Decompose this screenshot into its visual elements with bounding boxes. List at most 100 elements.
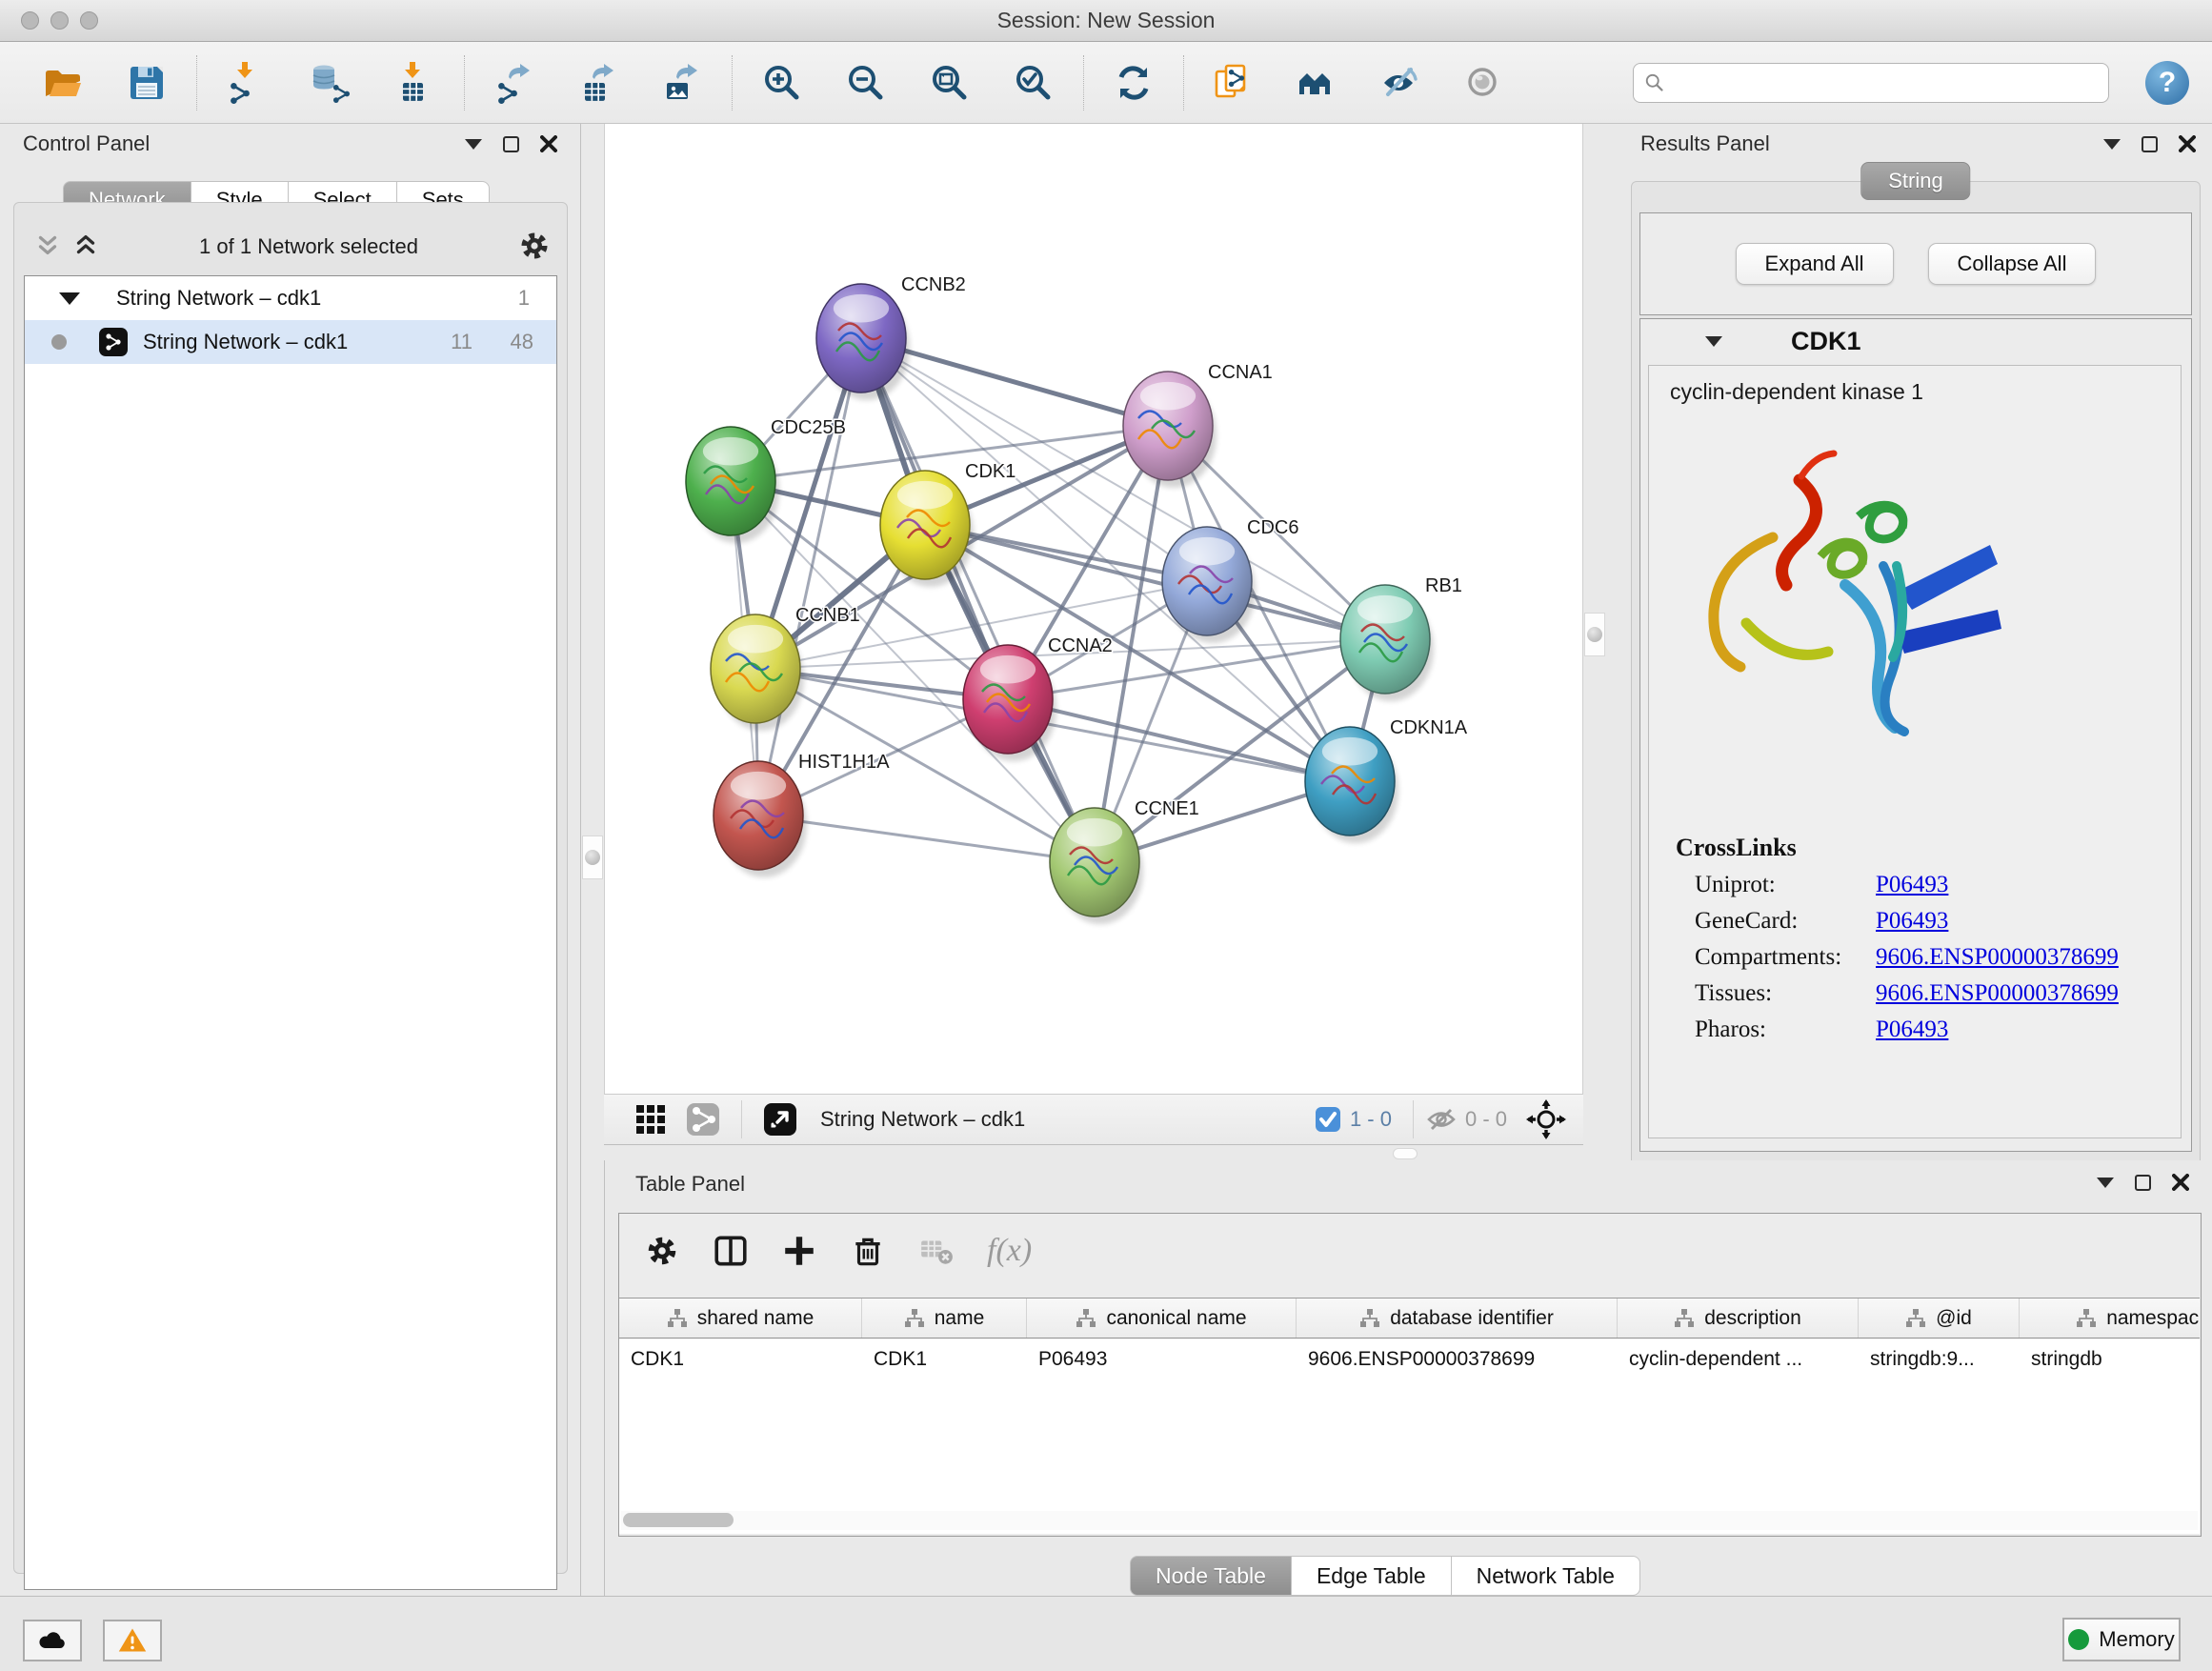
table-cell[interactable]: stringdb:9... bbox=[1859, 1348, 2020, 1371]
column-header-label: shared name bbox=[697, 1307, 814, 1330]
table-options-button[interactable] bbox=[644, 1233, 680, 1269]
network-view-button[interactable] bbox=[676, 1102, 730, 1137]
create-column-button[interactable] bbox=[781, 1233, 817, 1269]
table-cell[interactable]: P06493 bbox=[1027, 1348, 1297, 1371]
minimize-window-button[interactable] bbox=[50, 11, 69, 30]
show-columns-button[interactable] bbox=[713, 1233, 749, 1269]
selected-checkbox-icon[interactable] bbox=[1314, 1105, 1342, 1134]
table-cell[interactable]: CDK1 bbox=[862, 1348, 1027, 1371]
warning-button[interactable] bbox=[103, 1620, 162, 1661]
panel-menu-icon[interactable] bbox=[2097, 1178, 2114, 1188]
column-header-database-identifier[interactable]: database identifier bbox=[1297, 1299, 1618, 1338]
close-panel-icon[interactable] bbox=[2179, 135, 2196, 152]
memory-button[interactable]: Memory bbox=[2062, 1618, 2181, 1661]
tab-node-table[interactable]: Node Table bbox=[1130, 1556, 1292, 1596]
hidden-eye-icon[interactable] bbox=[1425, 1103, 1458, 1136]
crosslink-value-link[interactable]: P06493 bbox=[1876, 872, 1948, 898]
table-hscrollbar[interactable] bbox=[621, 1511, 2198, 1530]
zoom-selected-button[interactable] bbox=[1003, 52, 1064, 113]
open-session-button[interactable] bbox=[32, 52, 93, 113]
edge-CCNB2-CCNE1[interactable] bbox=[861, 338, 1095, 862]
column-header-description[interactable]: description bbox=[1618, 1299, 1859, 1338]
hide-selected-button[interactable] bbox=[1371, 52, 1432, 113]
column-header--id[interactable]: @id bbox=[1859, 1299, 2020, 1338]
column-header-name[interactable]: name bbox=[862, 1299, 1027, 1338]
column-header-namespace[interactable]: namespace bbox=[2020, 1299, 2200, 1338]
node-CCNB2[interactable] bbox=[816, 284, 910, 400]
zoom-fit-button[interactable] bbox=[919, 52, 980, 113]
edge-CCNB2-HIST1H1A[interactable] bbox=[758, 338, 861, 815]
node-HIST1H1A[interactable] bbox=[714, 761, 807, 877]
cloud-button[interactable] bbox=[23, 1620, 82, 1661]
birdseye-view-button[interactable] bbox=[754, 1102, 807, 1137]
node-CCNA2[interactable] bbox=[963, 645, 1056, 761]
column-header-canonical-name[interactable]: canonical name bbox=[1027, 1299, 1297, 1338]
float-panel-icon[interactable] bbox=[503, 136, 519, 152]
node-CCNE1[interactable] bbox=[1050, 808, 1143, 924]
export-table-button[interactable] bbox=[568, 52, 629, 113]
delete-table-button[interactable] bbox=[918, 1233, 955, 1269]
collapse-all-networks-icon[interactable] bbox=[71, 231, 100, 264]
crosslink-value-link[interactable]: 9606.ENSP00000378699 bbox=[1876, 944, 2119, 971]
export-image-button[interactable] bbox=[652, 52, 713, 113]
show-all-button[interactable] bbox=[1455, 52, 1516, 113]
export-network-button[interactable] bbox=[484, 52, 545, 113]
grid-view-button[interactable] bbox=[625, 1103, 676, 1136]
search-input[interactable] bbox=[1666, 66, 2108, 100]
edge-HIST1H1A-CCNE1[interactable] bbox=[758, 815, 1095, 862]
network-row[interactable]: String Network – cdk1 11 48 bbox=[25, 320, 556, 364]
refresh-layout-button[interactable] bbox=[1103, 52, 1164, 113]
collection-expander-icon[interactable] bbox=[59, 292, 80, 305]
left-splitter-handle[interactable] bbox=[582, 836, 603, 879]
node-CCNA1[interactable] bbox=[1123, 372, 1217, 488]
zoom-window-button[interactable] bbox=[80, 11, 98, 30]
network-collection-row[interactable]: String Network – cdk1 1 bbox=[25, 276, 556, 320]
float-panel-icon[interactable] bbox=[2135, 1175, 2151, 1191]
node-CCNB1[interactable] bbox=[711, 614, 804, 731]
gene-section-header[interactable]: CDK1 bbox=[1640, 319, 2191, 363]
panel-menu-icon[interactable] bbox=[2103, 139, 2121, 150]
panel-menu-icon[interactable] bbox=[465, 139, 482, 150]
table-cell[interactable]: cyclin-dependent ... bbox=[1618, 1348, 1859, 1371]
table-cell[interactable]: CDK1 bbox=[619, 1348, 862, 1371]
expand-all-button[interactable]: Expand All bbox=[1736, 243, 1894, 285]
delete-column-button[interactable] bbox=[850, 1233, 886, 1269]
fit-selected-button[interactable] bbox=[1517, 1099, 1576, 1139]
collapse-all-button[interactable]: Collapse All bbox=[1928, 243, 2097, 285]
function-builder-button[interactable]: f(x) bbox=[987, 1233, 1032, 1269]
tab-edge-table[interactable]: Edge Table bbox=[1292, 1556, 1452, 1596]
node-CDK1[interactable] bbox=[880, 471, 974, 587]
table-cell[interactable]: 9606.ENSP00000378699 bbox=[1297, 1348, 1618, 1371]
help-button[interactable]: ? bbox=[2145, 61, 2189, 105]
hscrollbar-thumb[interactable] bbox=[623, 1513, 734, 1527]
crosslink-value-link[interactable]: P06493 bbox=[1876, 908, 1948, 935]
network-options-button[interactable] bbox=[517, 229, 552, 266]
zoom-out-button[interactable] bbox=[835, 52, 896, 113]
node-CDC6[interactable] bbox=[1162, 527, 1256, 643]
crosslink-value-link[interactable]: 9606.ENSP00000378699 bbox=[1876, 980, 2119, 1007]
network-canvas[interactable]: CCNB2CCNA1CDC25BCDK1CDC6RB1CCNB1CCNA2CDK… bbox=[604, 124, 1583, 1094]
bottom-splitter-handle[interactable] bbox=[1393, 1148, 1418, 1159]
column-header-shared-name[interactable]: shared name bbox=[619, 1299, 862, 1338]
expand-all-networks-icon[interactable] bbox=[33, 231, 62, 264]
close-window-button[interactable] bbox=[21, 11, 39, 30]
clone-network-button[interactable] bbox=[1203, 52, 1264, 113]
float-panel-icon[interactable] bbox=[2142, 136, 2158, 152]
node-CDKN1A[interactable] bbox=[1305, 727, 1398, 843]
table-row[interactable]: CDK1CDK1P064939606.ENSP00000378699cyclin… bbox=[619, 1339, 2200, 1380]
gene-expander-icon[interactable] bbox=[1705, 336, 1722, 347]
node-RB1[interactable] bbox=[1340, 585, 1434, 701]
first-neighbors-button[interactable] bbox=[1287, 52, 1348, 113]
tab-string[interactable]: String bbox=[1860, 162, 1970, 200]
close-panel-icon[interactable] bbox=[540, 135, 557, 152]
import-table-button[interactable] bbox=[384, 52, 445, 113]
crosslink-value-link[interactable]: P06493 bbox=[1876, 1017, 1948, 1043]
close-panel-icon[interactable] bbox=[2172, 1174, 2189, 1191]
table-cell[interactable]: stringdb bbox=[2020, 1348, 2200, 1371]
tab-network-table[interactable]: Network Table bbox=[1452, 1556, 1640, 1596]
import-database-button[interactable] bbox=[300, 52, 361, 113]
save-session-button[interactable] bbox=[116, 52, 177, 113]
right-splitter-handle[interactable] bbox=[1584, 613, 1605, 656]
import-network-button[interactable] bbox=[216, 52, 277, 113]
zoom-in-button[interactable] bbox=[752, 52, 813, 113]
